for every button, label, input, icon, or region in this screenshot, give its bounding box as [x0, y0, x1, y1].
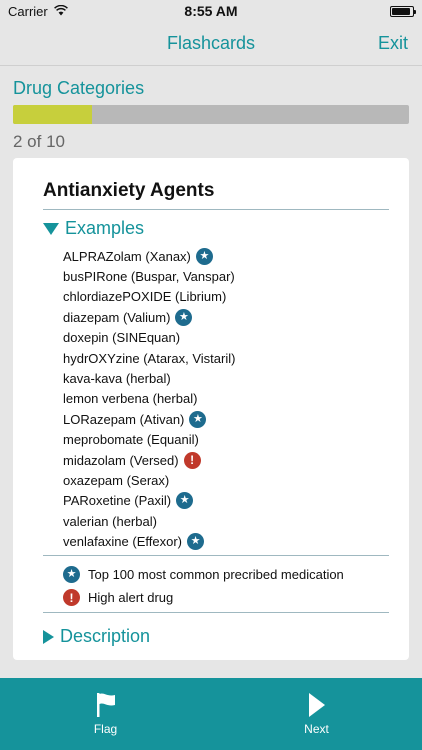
battery-icon	[390, 5, 416, 17]
next-button[interactable]: Next	[211, 678, 422, 750]
list-item: venlafaxine (Effexor) ★	[63, 531, 235, 551]
progress-fill	[13, 105, 93, 124]
drug-name: diazepam (Valium)	[63, 309, 171, 325]
examples-section-toggle[interactable]: Examples	[43, 218, 144, 239]
list-item: PARoxetine (Paxil) ★	[63, 491, 235, 511]
list-item: chlordiazePOXIDE (Librium)	[63, 287, 235, 307]
list-item: diazepam (Valium) ★	[63, 307, 235, 327]
list-item: oxazepam (Serax)	[63, 470, 235, 490]
drug-name: valerian (herbal)	[63, 513, 157, 529]
description-header: Description	[60, 626, 151, 646]
flashcard: Antianxiety Agents Examples ALPRAZolam (…	[13, 158, 409, 660]
title-divider	[43, 209, 389, 210]
drug-name: lemon verbena (herbal)	[63, 391, 198, 407]
star-icon: ★	[187, 533, 204, 551]
legend: ★ Top 100 most common precribed medicatio…	[63, 563, 344, 609]
flag-icon	[95, 692, 117, 718]
list-item: valerian (herbal)	[63, 511, 235, 531]
list-item: hydrOXYzine (Atarax, Vistaril)	[63, 348, 235, 368]
legend-divider-top	[43, 555, 389, 556]
drug-name: ALPRAZolam (Xanax)	[63, 248, 191, 264]
examples-list: ALPRAZolam (Xanax) ★ busPIRone (Buspar, Va…	[63, 246, 235, 552]
status-bar: Carrier 8:55 AM	[0, 0, 422, 22]
list-item: doxepin (SINEquan)	[63, 328, 235, 348]
drug-name: chlordiazePOXIDE (Librium)	[63, 289, 227, 305]
drug-name: doxepin (SINEquan)	[63, 330, 181, 346]
star-icon: ★	[189, 410, 207, 428]
alert-icon: !	[63, 589, 80, 606]
nav-bar: Flashcards Exit	[0, 22, 422, 66]
legend-item: ! High alert drug	[63, 586, 344, 609]
star-icon: ★	[176, 492, 194, 510]
exit-button[interactable]: Exit	[378, 33, 408, 54]
page-title: Flashcards	[166, 33, 256, 53]
legend-text: High alert drug	[88, 590, 174, 605]
drug-name: midazolam (Versed)	[63, 452, 179, 468]
list-item: ALPRAZolam (Xanax) ★	[63, 246, 235, 266]
legend-text: Top 100 most common precribed medication	[88, 567, 344, 582]
drug-name: busPIRone (Buspar, Vanspar)	[63, 269, 235, 285]
drug-name: PARoxetine (Paxil)	[63, 493, 172, 509]
drug-name: kava-kava (herbal)	[63, 371, 171, 387]
list-item: meprobomate (Equanil)	[63, 430, 235, 450]
drug-name: venlafaxine (Effexor)	[63, 534, 182, 550]
progress-bar	[13, 105, 409, 124]
category-title: Drug Categories	[13, 78, 145, 98]
list-item: LORazepam (Ativan) ★	[63, 409, 235, 429]
status-left: Carrier	[8, 4, 68, 19]
drug-name: LORazepam (Ativan)	[63, 411, 185, 427]
triangle-right-icon	[43, 629, 54, 644]
description-section-toggle[interactable]: Description	[43, 626, 150, 647]
wifi-icon	[53, 4, 68, 19]
examples-header: Examples	[65, 218, 145, 238]
legend-item: ★ Top 100 most common precribed medicatio…	[63, 563, 344, 586]
star-icon: ★	[63, 566, 80, 583]
triangle-down-icon	[43, 222, 59, 235]
progress-text: 2 of 10	[13, 132, 65, 151]
list-item: busPIRone (Buspar, Vanspar)	[63, 266, 235, 286]
card-title: Antianxiety Agents	[43, 180, 215, 201]
drug-name: hydrOXYzine (Atarax, Vistaril)	[63, 350, 236, 366]
drug-name: oxazepam (Serax)	[63, 472, 170, 488]
star-icon: ★	[175, 308, 193, 326]
flag-button[interactable]: Flag	[0, 678, 211, 750]
star-icon: ★	[195, 247, 213, 265]
bottom-toolbar: Flag Next	[0, 678, 422, 750]
battery-level	[392, 7, 410, 15]
flag-label: Flag	[93, 722, 118, 736]
carrier-label: Carrier	[8, 3, 48, 19]
play-arrow-icon	[307, 692, 327, 718]
list-item: midazolam (Versed)!	[63, 450, 235, 470]
list-item: kava-kava (herbal)	[63, 368, 235, 388]
drug-name: meprobomate (Equanil)	[63, 432, 199, 448]
legend-divider-bottom	[43, 612, 389, 613]
list-item: lemon verbena (herbal)	[63, 389, 235, 409]
next-label: Next	[304, 722, 329, 736]
alert-icon: !	[183, 451, 201, 469]
